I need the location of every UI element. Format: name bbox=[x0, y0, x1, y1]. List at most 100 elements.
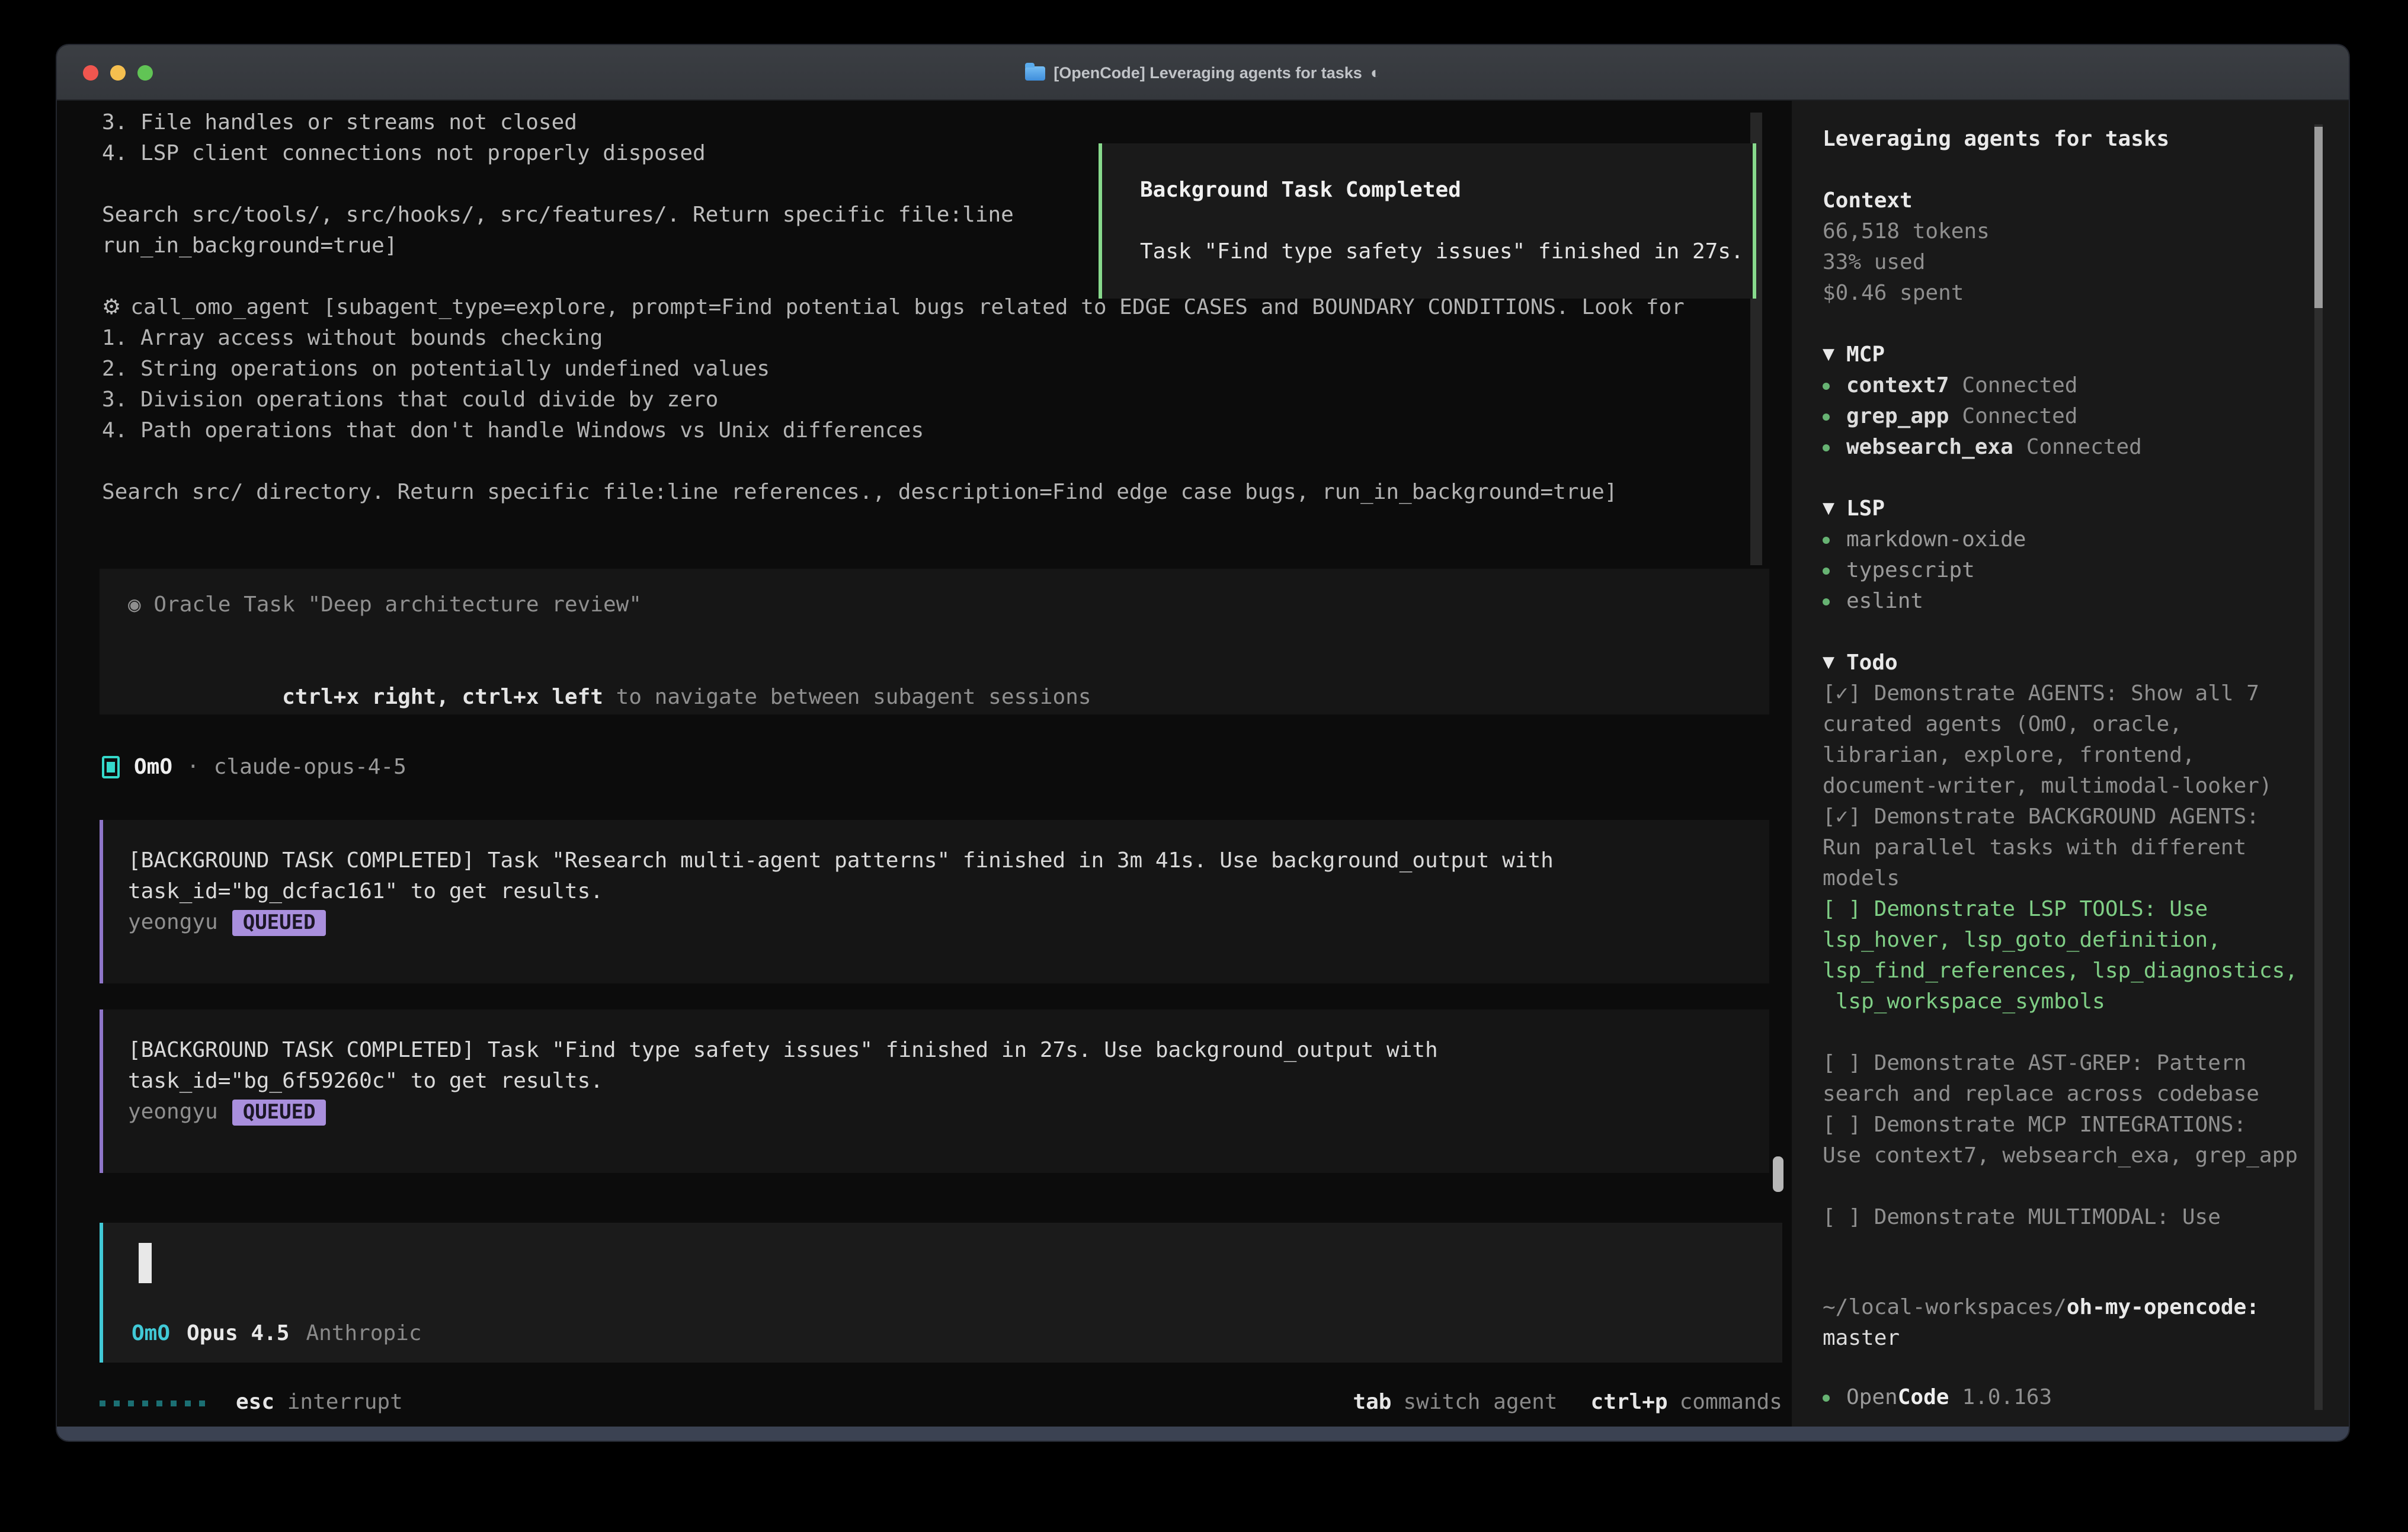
agent-model: claude-opus-4-5 bbox=[214, 755, 406, 780]
esc-hint: esc interrupt bbox=[236, 1387, 403, 1418]
message-line2: task_id="bg_6f59260c" to get results. bbox=[128, 1066, 1769, 1097]
traffic-lights bbox=[83, 65, 153, 81]
status-bar: esc interrupt tab switch agent ctrl+p co… bbox=[100, 1387, 1782, 1418]
message-author: yeongyu bbox=[128, 908, 218, 938]
message-meta: yeongyu QUEUED bbox=[128, 908, 1769, 938]
app-window: [OpenCode] Leveraging agents for tasks ◐… bbox=[57, 45, 2349, 1441]
tool-call-body: 1. Array access without bounds checking … bbox=[102, 323, 1685, 508]
message-card: [BACKGROUND TASK COMPLETED] Task "Find t… bbox=[100, 1009, 1769, 1173]
record-icon: ◉ bbox=[128, 592, 141, 617]
context-tokens: 66,518 tokens bbox=[1823, 217, 2308, 248]
tool-call-block: ⚙ call_omo_agent [subagent_type=explore,… bbox=[102, 293, 1685, 508]
agent-separator: · bbox=[187, 755, 200, 780]
mcp-section-header[interactable]: ▼MCP bbox=[1823, 340, 2308, 371]
lsp-section-header[interactable]: ▼LSP bbox=[1823, 494, 2308, 525]
status-dot-icon bbox=[1823, 444, 1830, 451]
tab-hint: tab switch agent bbox=[1353, 1387, 1557, 1418]
status-dot-icon bbox=[1823, 598, 1830, 605]
input-provider-label: Anthropic bbox=[306, 1321, 421, 1346]
todo-item: [ ] Demonstrate AST-GREP: Pattern search… bbox=[1823, 1049, 2308, 1110]
mcp-name: grep_app bbox=[1846, 402, 1949, 432]
close-window-button[interactable] bbox=[83, 65, 98, 81]
message-meta: yeongyu QUEUED bbox=[128, 1097, 1769, 1128]
agent-name: OmO bbox=[134, 755, 172, 780]
mcp-item: grep_app Connected bbox=[1823, 402, 2308, 432]
status-dot-icon bbox=[1823, 537, 1830, 544]
minimize-window-button[interactable] bbox=[110, 65, 126, 81]
zoom-window-button[interactable] bbox=[137, 65, 153, 81]
workspace-repo: oh-my-opencode: bbox=[2067, 1295, 2259, 1320]
message-line1: [BACKGROUND TASK COMPLETED] Task "Find t… bbox=[128, 1036, 1769, 1066]
oracle-hint: ctrl+x right, ctrl+x left to navigate be… bbox=[128, 652, 1769, 744]
message-line1: [BACKGROUND TASK COMPLETED] Task "Resear… bbox=[128, 846, 1769, 877]
commands-hint: ctrl+p commands bbox=[1591, 1387, 1782, 1418]
tab-action-label: switch agent bbox=[1403, 1387, 1557, 1418]
mcp-status: Connected bbox=[2026, 432, 2142, 463]
todo-item: [ ] Demonstrate MULTIMODAL: Use bbox=[1823, 1203, 2308, 1233]
lsp-name: typescript bbox=[1846, 556, 1975, 586]
mcp-name: websearch_exa bbox=[1846, 432, 2013, 463]
context-spent: $0.46 spent bbox=[1823, 278, 2308, 309]
toast-title: Background Task Completed bbox=[1140, 175, 1753, 206]
gear-icon: ⚙ bbox=[102, 293, 121, 323]
agent-omo-icon bbox=[102, 756, 120, 778]
moon-icon: ◐ bbox=[1370, 63, 1381, 82]
status-dot-icon bbox=[1823, 383, 1830, 390]
mcp-status: Connected bbox=[1962, 371, 2077, 402]
workspace-path: ~/local-workspaces/oh-my-opencode: bbox=[1823, 1293, 2308, 1323]
message-card: [BACKGROUND TASK COMPLETED] Task "Resear… bbox=[100, 820, 1769, 983]
app-version: 1.0.163 bbox=[1962, 1383, 2052, 1414]
mcp-item: context7 Connected bbox=[1823, 371, 2308, 402]
oracle-hint-text: to navigate between subagent sessions bbox=[603, 685, 1091, 710]
workspace-prefix: ~/local-workspaces/ bbox=[1823, 1295, 2067, 1320]
background-task-toast[interactable]: Background Task Completed Task "Find typ… bbox=[1099, 143, 1756, 299]
chevron-down-icon: ▼ bbox=[1823, 500, 1834, 518]
toast-body: Task "Find type safety issues" finished … bbox=[1140, 237, 1753, 268]
oracle-task-box: ◉ Oracle Task "Deep architecture review"… bbox=[100, 569, 1769, 714]
chevron-down-icon: ▼ bbox=[1823, 346, 1834, 364]
folder-icon bbox=[1025, 66, 1045, 81]
oracle-task-title: ◉ Oracle Task "Deep architecture review" bbox=[128, 590, 1769, 621]
desktop: [OpenCode] Leveraging agents for tasks ◐… bbox=[0, 0, 2408, 1532]
titlebar[interactable]: [OpenCode] Leveraging agents for tasks ◐ bbox=[57, 45, 2349, 101]
status-badge: QUEUED bbox=[232, 910, 326, 936]
model-selector-row[interactable]: OmO Opus 4.5 Anthropic bbox=[132, 1321, 422, 1346]
todo-item: [ ] Demonstrate MCP INTEGRATIONS: Use co… bbox=[1823, 1110, 2308, 1172]
tab-key-label: tab bbox=[1353, 1387, 1391, 1418]
window-title: [OpenCode] Leveraging agents for tasks ◐ bbox=[1025, 63, 1381, 82]
prompt-input[interactable]: OmO Opus 4.5 Anthropic bbox=[100, 1223, 1782, 1363]
chat-scrollbar-thumb[interactable] bbox=[1773, 1156, 1783, 1192]
mcp-item: websearch_exa Connected bbox=[1823, 432, 2308, 463]
working-spinner-dots bbox=[100, 1400, 205, 1406]
chevron-down-icon: ▼ bbox=[1823, 654, 1834, 672]
esc-key-label: esc bbox=[236, 1390, 274, 1415]
esc-action-label: interrupt bbox=[287, 1390, 403, 1415]
sidebar-scrollbar-track[interactable] bbox=[2314, 124, 2323, 1410]
input-agent-label: OmO bbox=[132, 1321, 170, 1346]
app-name-bold: Code bbox=[1898, 1383, 1949, 1414]
status-dot-icon bbox=[1823, 568, 1830, 575]
scrollback-text: 3. File handles or streams not closed 4.… bbox=[102, 108, 1014, 262]
lsp-item: typescript bbox=[1823, 556, 2308, 586]
lsp-item: eslint bbox=[1823, 586, 2308, 617]
mcp-name: context7 bbox=[1846, 371, 1949, 402]
window-bottom-frame bbox=[57, 1427, 2349, 1441]
text-cursor bbox=[139, 1243, 152, 1283]
app-name-prefix: Open bbox=[1846, 1383, 1898, 1414]
message-author: yeongyu bbox=[128, 1097, 218, 1128]
window-title-text: [OpenCode] Leveraging agents for tasks bbox=[1054, 63, 1362, 81]
version-row: OpenCode 1.0.163 bbox=[1823, 1383, 2308, 1414]
todo-item: [✓] Demonstrate BACKGROUND AGENTS: Run p… bbox=[1823, 802, 2308, 895]
context-heading: Context bbox=[1823, 186, 2308, 217]
todo-section-header[interactable]: ▼Todo bbox=[1823, 648, 2308, 679]
status-dot-icon bbox=[1823, 414, 1830, 421]
context-used: 33% used bbox=[1823, 248, 2308, 278]
sidebar-scrollbar-thumb[interactable] bbox=[2314, 127, 2323, 308]
todo-item: [ ] Demonstrate LSP TOOLS: Use lsp_hover… bbox=[1823, 895, 2308, 1018]
status-dot-icon bbox=[1823, 1395, 1830, 1402]
input-model-label: Opus 4.5 bbox=[187, 1321, 289, 1346]
lsp-name: markdown-oxide bbox=[1846, 525, 2026, 556]
lsp-name: eslint bbox=[1846, 586, 1923, 617]
commands-action-label: commands bbox=[1680, 1387, 1782, 1418]
message-line2: task_id="bg_dcfac161" to get results. bbox=[128, 877, 1769, 908]
